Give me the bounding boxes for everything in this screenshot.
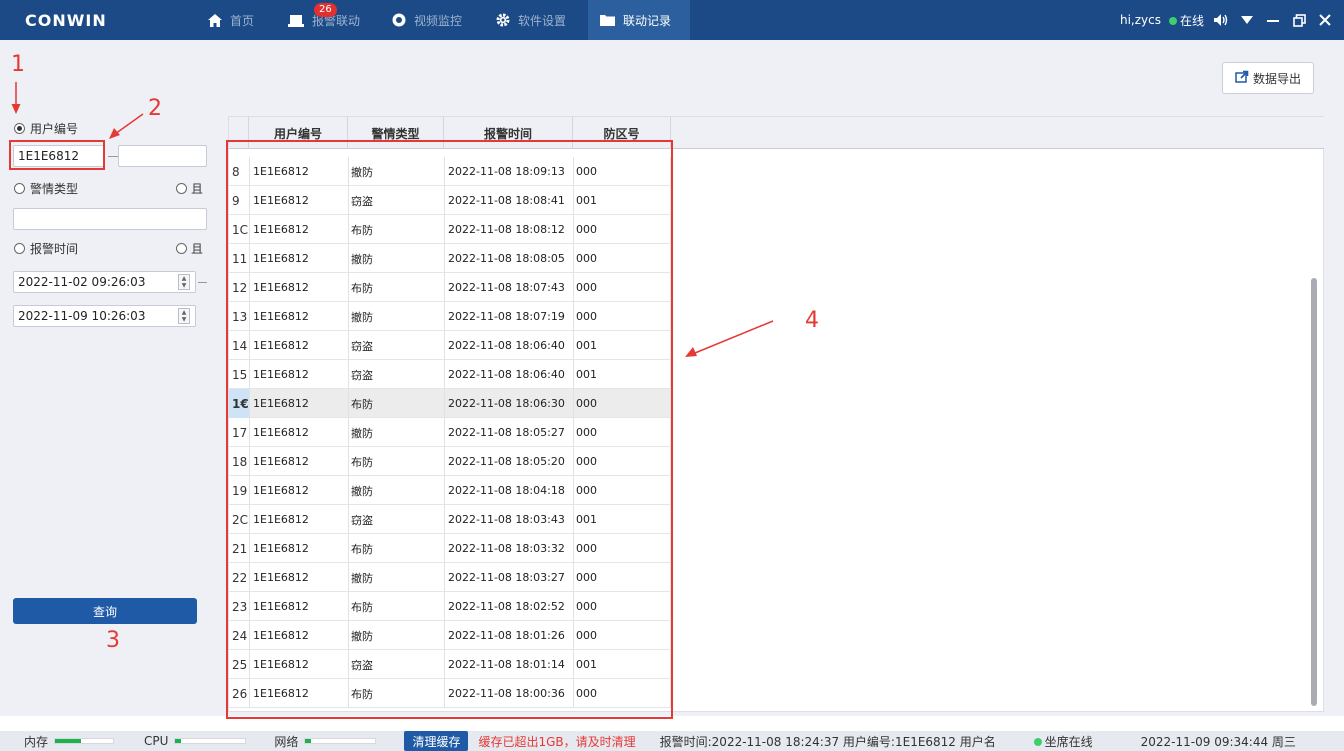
alarm-type-and: 且 [176,180,203,197]
alarm-badge: 26 [314,3,337,17]
annotation-arrow-1 [11,82,21,114]
scrollbar-thumb[interactable] [1311,278,1317,706]
title-bar: CONWIN 首页 报警联动 视频监控 软件设置 联动记录 26 hi,zycs… [0,0,1344,40]
seat-online-dot-icon [1033,737,1042,746]
annotation-arrow-2 [109,113,144,139]
memory-bar-fill [55,739,82,743]
seat-status: 坐席在线 [1033,733,1093,750]
alarm-type-radio[interactable] [14,183,25,194]
online-status: 在线 [1168,12,1204,29]
alarm-time-and: 且 [176,240,203,257]
close-icon[interactable] [1316,11,1334,29]
alarm-time-and-radio[interactable] [176,243,187,254]
nav-records-label: 联动记录 [623,13,672,28]
dropdown-icon[interactable] [1238,11,1256,29]
seat-status-label: 坐席在线 [1044,734,1093,749]
alarm-type-and-radio[interactable] [176,183,187,194]
alarm-type-filter: 警情类型 [14,180,78,197]
nav-settings[interactable]: 软件设置 [484,0,588,40]
annotation-box-4 [226,140,673,719]
current-datetime: 2022-11-09 09:34:44 周三 [1140,734,1296,749]
minimize-icon[interactable] [1264,11,1282,29]
online-dot-icon [1168,16,1177,25]
export-icon [1235,70,1249,86]
network-bar-fill [305,739,312,743]
nav-video[interactable]: 视频监控 [380,0,484,40]
restore-icon[interactable] [1290,11,1308,29]
time-start-input[interactable]: 2022-11-02 09:26:03 [13,271,196,293]
time-start-spinner[interactable]: ▲ ▼ [178,274,190,290]
user-id-radio[interactable] [14,123,25,134]
memory-bar [54,738,115,744]
online-status-label: 在线 [1179,13,1204,28]
clear-cache-button[interactable]: 清理缓存 [404,731,469,751]
user-id-input-end[interactable] [118,145,207,167]
last-alarm-info: 报警时间:2022-11-08 18:24:37 用户编号:1E1E6812 用… [659,734,996,749]
memory-label: 内存 [24,734,49,749]
alarm-type-input[interactable] [13,208,207,230]
speaker-icon[interactable] [1212,11,1230,29]
home-icon [208,13,222,27]
time-range-dash [198,282,207,283]
time-end-spinner[interactable]: ▲ ▼ [178,308,190,324]
nav-home[interactable]: 首页 [196,0,276,40]
alarm-icon [288,13,304,27]
app-logo: CONWIN [25,11,107,30]
annotation-4: 4 [805,308,819,333]
alarm-time-and-label: 且 [191,242,204,256]
network-label: 网络 [274,734,299,749]
annotation-2: 2 [148,96,162,121]
alarm-time-filter: 报警时间 [14,240,78,257]
cpu-bar [174,738,247,744]
time-end-input[interactable]: 2022-11-09 10:26:03 [13,305,196,327]
annotation-box-2 [9,140,105,170]
user-id-label: 用户编号 [30,122,79,136]
video-icon [392,13,406,27]
nav-home-label: 首页 [230,13,255,28]
alarm-time-label: 报警时间 [30,242,79,256]
query-button[interactable]: 查询 [13,598,197,624]
folder-icon [600,14,615,26]
alarm-type-label: 警情类型 [30,182,79,196]
nav-settings-label: 软件设置 [518,13,567,28]
annotation-3: 3 [106,628,120,653]
nav-linkage-records[interactable]: 联动记录 [588,0,690,40]
export-label: 数据导出 [1252,71,1301,86]
user-area: hi,zycs 在线 [1120,0,1334,40]
network-bar [304,738,377,744]
main-nav: 首页 报警联动 视频监控 软件设置 联动记录 [196,0,690,40]
annotation-1: 1 [11,52,25,77]
user-greeting: hi,zycs [1119,13,1161,27]
alarm-type-and-label: 且 [191,182,204,196]
alarm-time-radio[interactable] [14,243,25,254]
annotation-arrow-4 [685,320,774,357]
status-bar: 内存 CPU 网络 清理缓存 缓存已超出1GB，请及时清理 报警时间:2022-… [0,731,1344,751]
cpu-bar-fill [175,739,182,743]
cache-warning: 缓存已超出1GB，请及时清理 [478,734,636,749]
export-data-button[interactable]: 数据导出 [1222,62,1314,94]
gear-icon [496,13,510,27]
cpu-label: CPU [144,734,169,748]
range-dash [108,156,118,157]
nav-video-label: 视频监控 [414,13,463,28]
user-id-filter: 用户编号 [14,120,78,137]
